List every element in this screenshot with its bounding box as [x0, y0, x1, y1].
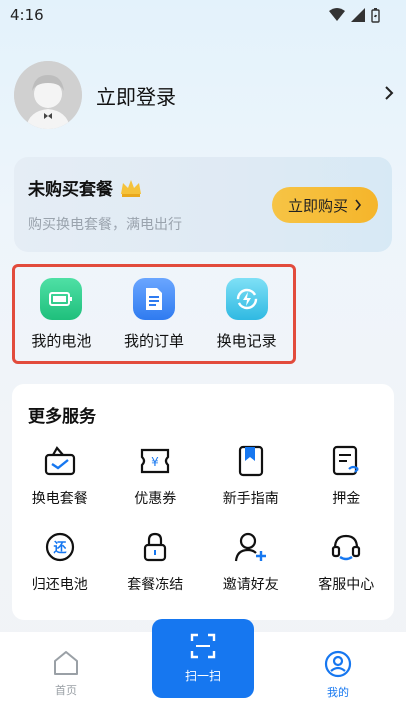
service-label: 客服中心 — [318, 577, 375, 593]
login-label[interactable]: 立即登录 — [96, 81, 384, 110]
avatar — [14, 61, 82, 129]
crown-icon — [121, 179, 141, 197]
service-item-freeze-package[interactable]: 套餐冻结 — [108, 530, 204, 594]
service-label: 押金 — [332, 491, 361, 507]
buy-now-button[interactable]: 立即购买 — [272, 187, 378, 223]
status-bar: 4:16 — [0, 0, 406, 30]
quick-item-my-orders[interactable]: 我的订单 — [109, 277, 199, 351]
tab-mine[interactable]: 我的 — [324, 650, 352, 700]
invite-icon — [234, 530, 268, 564]
signal-icon — [351, 8, 365, 22]
book-icon — [234, 444, 268, 478]
chevron-right-icon — [355, 199, 362, 211]
quick-item-my-battery[interactable]: 我的电池 — [16, 277, 106, 351]
svg-text:¥: ¥ — [151, 455, 159, 469]
scan-button[interactable]: 扫一扫 — [152, 619, 254, 698]
scan-icon — [190, 633, 216, 659]
lock-icon — [138, 530, 172, 564]
service-label: 邀请好友 — [222, 577, 279, 593]
wifi-icon — [329, 8, 345, 21]
service-item-package[interactable]: 换电套餐 — [12, 444, 108, 508]
buy-now-label: 立即购买 — [287, 196, 348, 215]
battery-status-icon — [371, 7, 380, 23]
services-grid: 换电套餐 ¥ 优惠券 新手指南 押金 还 归还电池 套餐冻结 邀请好友 客服中心 — [12, 444, 394, 594]
scan-label: 扫一扫 — [184, 669, 221, 683]
swap-record-icon — [225, 277, 268, 320]
package-icon — [43, 444, 77, 478]
service-label: 换电套餐 — [31, 491, 88, 507]
package-card: 未购买套餐 购买换电套餐，满电出行 立即购买 — [14, 157, 392, 252]
service-item-coupon[interactable]: ¥ 优惠券 — [108, 444, 204, 508]
quick-item-swap-records[interactable]: 换电记录 — [202, 277, 292, 351]
tab-home-label: 首页 — [55, 684, 77, 697]
service-label: 套餐冻结 — [127, 577, 184, 593]
quick-label: 我的订单 — [123, 331, 184, 350]
home-icon — [54, 651, 78, 675]
quick-label: 换电记录 — [216, 331, 277, 350]
service-item-customer-service[interactable]: 客服中心 — [299, 530, 395, 594]
tab-mine-label: 我的 — [327, 686, 349, 699]
headset-icon — [329, 530, 363, 564]
coupon-icon: ¥ — [138, 444, 172, 478]
document-icon — [132, 277, 175, 320]
service-item-deposit[interactable]: 押金 — [299, 444, 395, 508]
deposit-icon — [329, 444, 363, 478]
service-label: 优惠券 — [134, 491, 177, 507]
status-time: 4:16 — [10, 6, 44, 24]
service-label: 归还电池 — [31, 577, 88, 593]
package-title: 未购买套餐 — [28, 180, 113, 200]
service-item-guide[interactable]: 新手指南 — [203, 444, 299, 508]
service-label: 新手指南 — [222, 491, 279, 507]
tab-home[interactable]: 首页 — [52, 650, 80, 698]
quick-actions: 我的电池 我的订单 换电记录 — [12, 264, 296, 364]
quick-label: 我的电池 — [31, 331, 92, 350]
svg-text:还: 还 — [52, 540, 67, 556]
profile-row[interactable]: 立即登录 — [14, 60, 394, 130]
chevron-right-icon[interactable] — [384, 85, 394, 106]
service-item-invite-friends[interactable]: 邀请好友 — [203, 530, 299, 594]
status-icons — [329, 7, 380, 23]
more-services-title: 更多服务 — [28, 407, 96, 427]
return-icon: 还 — [43, 530, 77, 564]
battery-icon — [40, 277, 83, 320]
service-item-return-battery[interactable]: 还 归还电池 — [12, 530, 108, 594]
user-icon — [324, 650, 352, 678]
more-services-card: 更多服务 换电套餐 ¥ 优惠券 新手指南 押金 还 归还电池 套餐冻结 邀请好友… — [12, 384, 394, 620]
